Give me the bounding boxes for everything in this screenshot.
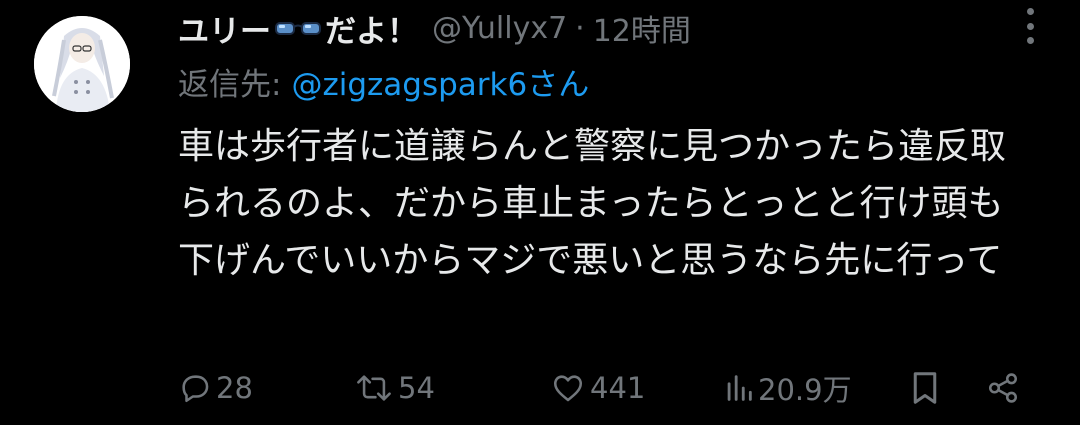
tweet-text: 車は歩行者に道譲らんと警察に見つかったら違反取られるのよ、だから車止まったらとっ…: [178, 126, 1007, 281]
like-count: 441: [590, 371, 646, 405]
repost-count: 54: [398, 371, 435, 405]
share-icon: [988, 373, 1018, 403]
bookmark-icon: [913, 372, 937, 404]
glasses-emoji-icon: [275, 22, 321, 35]
separator-dot: ·: [575, 10, 585, 46]
tweet-header: ユリー だよ！ @Yullyx7 · 12時間: [178, 6, 1080, 50]
like-button[interactable]: 441: [550, 362, 645, 414]
reply-context: 返信先: @zigzagspark6さん: [178, 58, 589, 104]
reply-to-link[interactable]: @zigzagspark6さん: [291, 59, 589, 104]
display-name-suffix: だよ！: [325, 13, 418, 50]
bookmark-button[interactable]: [910, 362, 940, 414]
more-options-icon[interactable]: [1018, 8, 1042, 44]
views-count: 20.9万: [758, 373, 852, 407]
heart-icon: [553, 375, 583, 402]
share-button[interactable]: [986, 362, 1020, 414]
timestamp[interactable]: 12時間: [593, 6, 691, 50]
reply-button[interactable]: 28: [178, 362, 253, 414]
display-name[interactable]: ユリー だよ！: [178, 6, 418, 51]
views-icon: [727, 375, 752, 401]
reply-count: 28: [216, 371, 253, 405]
avatar[interactable]: [34, 16, 130, 112]
avatar-illustration: [34, 16, 130, 112]
reply-label: 返信先:: [178, 66, 282, 103]
reply-icon: [182, 375, 209, 403]
repost-icon: [357, 375, 391, 401]
action-bar: 28 54 441 20.9万: [178, 362, 1038, 414]
user-handle[interactable]: @Yullyx7: [432, 11, 567, 46]
repost-button[interactable]: 54: [354, 362, 435, 414]
views-button[interactable]: 20.9万: [724, 362, 852, 414]
display-name-prefix: ユリー: [178, 13, 271, 50]
